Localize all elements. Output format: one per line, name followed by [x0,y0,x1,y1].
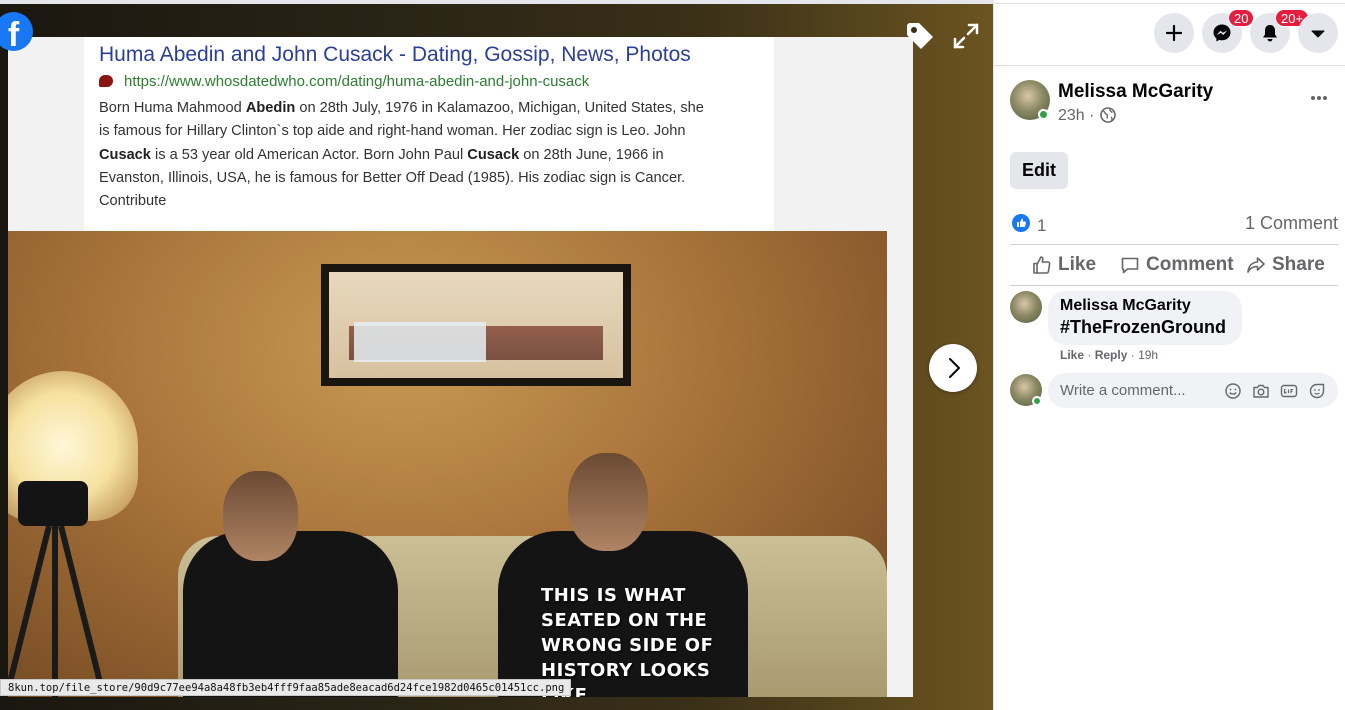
comment-input[interactable]: Write a comment... [1048,373,1338,408]
online-status-dot [1038,109,1049,120]
comment-input-placeholder: Write a comment... [1060,382,1186,399]
comment-count[interactable]: 1 Comment [1245,213,1338,234]
photo-scene: THIS IS WHAT SEATED ON THE WRONG SIDE OF… [8,231,887,697]
top-nav: 20 20+ [994,0,1345,66]
share-action-label: Share [1272,254,1325,275]
account-menu-button[interactable] [1298,13,1338,53]
person-left-head [223,471,298,561]
snippet-line: is famous for Hillary Clinton`s top aide… [99,123,686,140]
post-options-button[interactable] [1304,88,1334,108]
chevron-right-icon [949,358,960,378]
fullscreen-icon [953,23,979,49]
search-result-url: https://www.whosdatedwho.com/dating/huma… [124,73,590,90]
comment-time[interactable]: 19h [1138,348,1158,362]
search-result-snippet: Born Huma Mahmood Abedin on 28th July, 1… [99,97,764,213]
create-button[interactable] [1154,13,1194,53]
comment-action-label: Comment [1146,254,1234,275]
photo[interactable]: Huma Abedin and John Cusack - Dating, Go… [8,37,913,697]
plus-icon [1165,24,1183,42]
person-right-head [568,453,648,551]
status-bar-url: 8kun.top/file_store/90d9c77ee94a8a48fb3e… [0,679,572,696]
camera-tripod [8,481,128,697]
post-author-name[interactable]: Melissa McGarity [1058,81,1213,103]
thumbs-up-icon [1033,256,1051,274]
globe-icon [1100,107,1116,123]
fullscreen-button[interactable] [948,18,984,54]
divider [1010,285,1338,286]
comment-author-name[interactable]: Melissa McGarity [1060,297,1191,315]
search-result-card: Huma Abedin and John Cusack - Dating, Go… [84,37,774,231]
like-action-label: Like [1058,254,1097,275]
commenter-avatar[interactable] [1010,291,1042,323]
messenger-icon [1213,24,1231,42]
tag-button[interactable] [902,18,938,54]
search-result-url-row: https://www.whosdatedwho.com/dating/huma… [99,73,589,90]
map-pin-icon [99,75,113,87]
share-icon [1247,257,1265,273]
next-photo-button[interactable] [929,344,977,392]
post-panel: 20 20+ Melissa McGarity 23h · Edit 1 1 C… [993,0,1345,710]
snippet-line: Contribute [99,193,167,210]
caret-down-icon [1311,30,1325,38]
viewer-top-band [0,0,993,4]
snippet-line: Evanston, Illinois, USA, he is famous fo… [99,169,686,186]
like-count[interactable]: 1 [1037,216,1046,236]
comment-text[interactable]: #TheFrozenGround [1060,317,1226,338]
composer-online-dot [1032,396,1042,406]
emoji-icon[interactable] [1224,382,1242,400]
more-options-icon [1311,96,1327,100]
photo-viewer: Huma Abedin and John Cusack - Dating, Go… [0,0,993,710]
comment-like-link[interactable]: Like [1060,348,1084,362]
tag-icon [907,23,933,49]
messenger-badge: 20 [1228,9,1255,27]
comment-bubble: Melissa McGarity #TheFrozenGround [1048,291,1242,345]
search-result-title: Huma Abedin and John Cusack - Dating, Go… [99,43,691,66]
bell-icon [1263,25,1277,42]
like-reaction-icon[interactable] [1012,214,1030,232]
edit-button[interactable]: Edit [1010,152,1068,189]
gif-icon[interactable] [1280,382,1298,400]
camera-icon[interactable] [1252,382,1270,400]
person-left [183,531,398,697]
post-timestamp[interactable]: 23h · [1058,107,1094,125]
comment-icon [1121,257,1139,274]
snippet-line: Born Huma Mahmood Abedin on 28th July, 1… [99,100,704,116]
snippet-line: Cusack is a 53 year old American Actor. … [99,146,664,163]
comment-reply-link[interactable]: Reply [1095,348,1128,362]
divider [1010,244,1338,245]
comment-meta: Like · Reply · 19h [1060,348,1159,362]
wall-picture-frame [321,264,631,386]
sticker-icon[interactable] [1308,382,1326,400]
